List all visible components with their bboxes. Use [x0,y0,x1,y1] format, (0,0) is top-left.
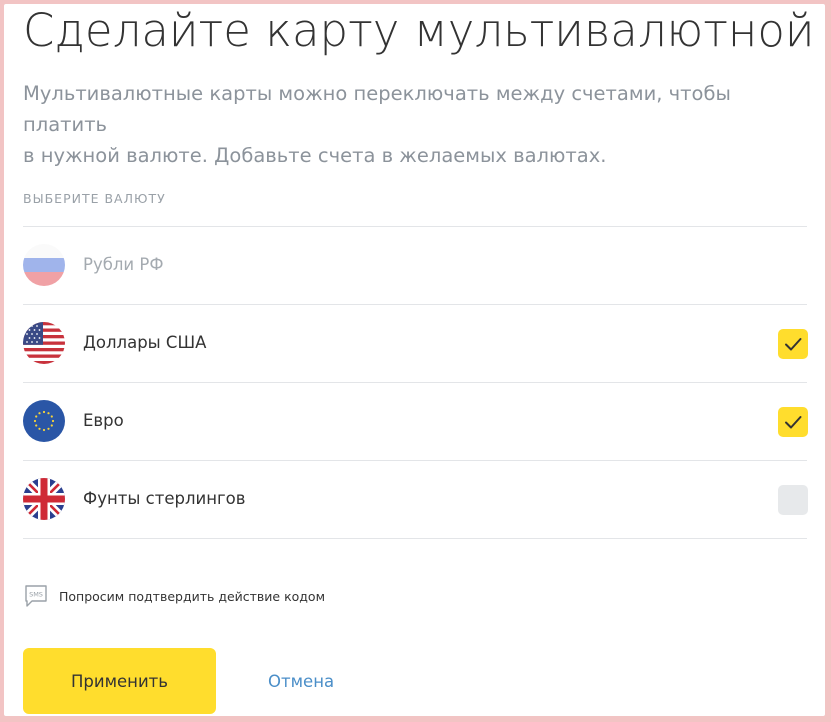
description-line-1: Мультивалютные карты можно переключать м… [23,82,731,136]
checkmark-icon [785,416,802,429]
sms-icon: SMS [25,585,47,607]
description-line-2: в нужной валюте. Добавьте счета в желаем… [23,144,607,167]
sms-confirmation-notice: SMS Попросим подтвердить действие кодом [23,583,325,609]
currency-row-eur[interactable]: Евро [23,382,808,460]
cancel-button[interactable]: Отмена [248,648,354,714]
sms-notice-text: Попросим подтвердить действие кодом [59,588,326,604]
currency-section-label: ВЫБЕРИТЕ ВАЛЮТУ [23,191,166,206]
currency-row-usd[interactable]: Доллары США [23,304,808,382]
description: Мультивалютные карты можно переключать м… [23,78,793,171]
checkbox-usd[interactable] [778,329,808,359]
uk-flag-icon [23,478,65,520]
page-title: Сделайте карту мультивалютной [23,4,815,57]
checkmark-icon [785,338,802,351]
usa-flag-icon [23,322,65,364]
eu-flag-icon [23,400,65,442]
currency-label-rub: Рубли РФ [83,255,164,274]
checkbox-gbp[interactable] [778,485,808,515]
russia-flag-icon [23,244,65,286]
svg-text:SMS: SMS [29,591,43,599]
currency-label-usd: Доллары США [83,333,207,352]
currency-row-rub: Рубли РФ [23,226,807,304]
multicurrency-dialog: Сделайте карту мультивалютной Мультивалю… [4,4,825,716]
checkbox-eur[interactable] [778,407,808,437]
currency-list: Рубли РФ Доллары США Евро Фунты стерлинг… [23,226,808,539]
currency-row-gbp[interactable]: Фунты стерлингов [23,460,808,539]
currency-label-eur: Евро [83,411,124,430]
apply-button[interactable]: Применить [23,648,216,714]
currency-label-gbp: Фунты стерлингов [83,489,246,508]
